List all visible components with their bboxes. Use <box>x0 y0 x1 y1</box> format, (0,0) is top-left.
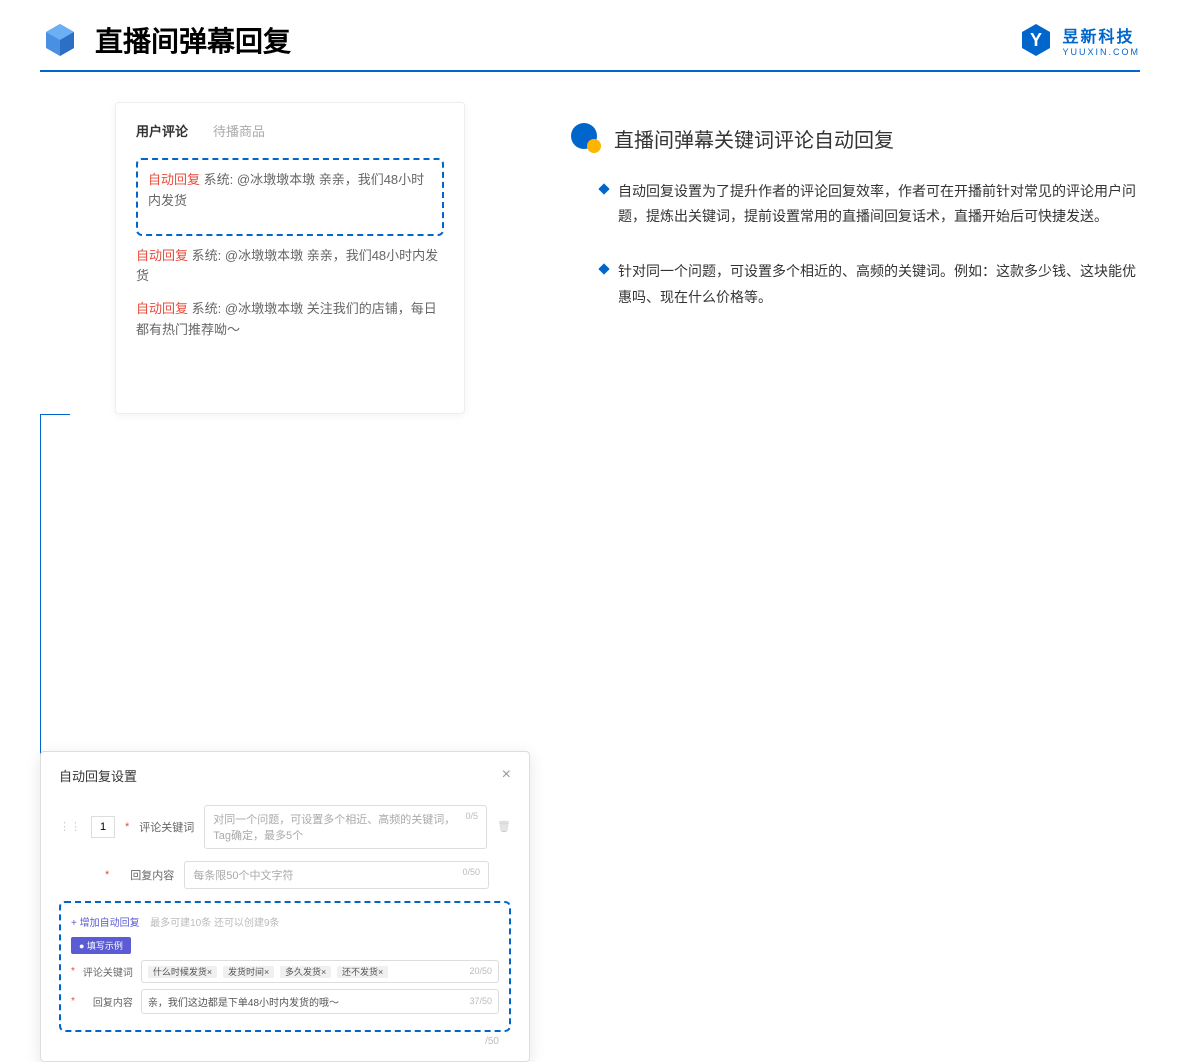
tag[interactable]: 还不发货× <box>337 966 388 978</box>
content-label: 回复内容 <box>119 867 174 883</box>
diamond-icon <box>598 264 609 275</box>
example-content-row: * 回复内容 亲，我们这边都是下单48小时内发货的哦～ 37/50 <box>71 989 499 1014</box>
logo: Y 昱新科技 YUUXIN.COM <box>1018 22 1140 58</box>
content-input[interactable]: 每条限50个中文字符 0/50 <box>184 861 489 889</box>
ex-keyword-label: 评论关键词 <box>83 964 133 979</box>
cube-icon <box>40 20 80 60</box>
keyword-input[interactable]: 对同一个问题，可设置多个相近、高频的关键词，Tag确定，最多5个 0/5 <box>204 805 487 849</box>
content-counter: 0/50 <box>462 867 480 883</box>
bullet-item: 针对同一个问题，可设置多个相近的、高频的关键词。例如：这款多少钱、这块能优惠吗、… <box>600 259 1140 309</box>
header: 直播间弹幕回复 Y 昱新科技 YUUXIN.COM <box>0 0 1180 70</box>
tag[interactable]: 多久发货× <box>280 966 331 978</box>
auto-reply-tag: 自动回复 <box>136 301 188 316</box>
bullet-text: 自动回复设置为了提升作者的评论回复效率，作者可在开播前针对常见的评论用户问题，提… <box>618 179 1140 229</box>
right-column: 直播间弹幕关键词评论自动回复 自动回复设置为了提升作者的评论回复效率，作者可在开… <box>570 102 1140 1062</box>
logo-text-cn: 昱新科技 <box>1062 23 1140 47</box>
close-icon[interactable]: × <box>502 766 511 784</box>
header-left: 直播间弹幕回复 <box>40 20 291 60</box>
tag[interactable]: 什么时候发货× <box>148 966 217 978</box>
bullet-text: 针对同一个问题，可设置多个相近的、高频的关键词。例如：这款多少钱、这块能优惠吗、… <box>618 259 1140 309</box>
example-box: + 增加自动回复 最多可建10条 还可以创建9条 ● 填写示例 * 评论关键词 … <box>59 901 511 1032</box>
keyword-row: ⋮⋮ 1 * 评论关键词 对同一个问题，可设置多个相近、高频的关键词，Tag确定… <box>59 805 511 849</box>
logo-text-en: YUUXIN.COM <box>1062 47 1140 57</box>
ex-kw-counter: 20/50 <box>469 966 492 976</box>
required-star: * <box>125 821 129 833</box>
auto-reply-tag: 自动回复 <box>148 172 200 187</box>
chat-bubble-icon <box>570 122 602 154</box>
keyword-counter: 0/5 <box>466 811 479 843</box>
system-label: 系统: <box>204 172 234 187</box>
ex-content-counter: 37/50 <box>469 996 492 1006</box>
bullet-list: 自动回复设置为了提升作者的评论回复效率，作者可在开播前针对常见的评论用户问题，提… <box>570 179 1140 310</box>
page-title: 直播间弹幕回复 <box>95 20 291 60</box>
comments-card: 用户评论 待播商品 自动回复 系统: @冰墩墩本墩 亲亲，我们48小时内发货 自… <box>115 102 465 414</box>
header-divider <box>40 70 1140 72</box>
tab-comments[interactable]: 用户评论 <box>136 121 188 140</box>
ex-keyword-input[interactable]: 什么时候发货× 发货时间× 多久发货× 还不发货× 20/50 <box>141 960 499 983</box>
system-label: 系统: <box>192 248 222 263</box>
index-box: 1 <box>91 816 115 838</box>
comment-row: 自动回复 系统: @冰墩墩本墩 关注我们的店铺，每日都有热门推荐呦～ <box>136 299 444 341</box>
connector-line <box>40 414 70 415</box>
example-keyword-row: * 评论关键词 什么时候发货× 发货时间× 多久发货× 还不发货× 20/50 <box>71 960 499 983</box>
connector-line <box>40 415 41 795</box>
svg-text:Y: Y <box>1030 30 1042 50</box>
example-badge: ● 填写示例 <box>71 937 131 954</box>
left-column: 用户评论 待播商品 自动回复 系统: @冰墩墩本墩 亲亲，我们48小时内发货 自… <box>40 102 520 1062</box>
system-label: 系统: <box>192 301 222 316</box>
auto-reply-tag: 自动回复 <box>136 248 188 263</box>
ex-content-input[interactable]: 亲，我们这边都是下单48小时内发货的哦～ 37/50 <box>141 989 499 1014</box>
diamond-icon <box>598 183 609 194</box>
tag[interactable]: 发货时间× <box>223 966 274 978</box>
add-reply-link[interactable]: + 增加自动回复 <box>71 918 140 929</box>
keyword-label: 评论关键词 <box>139 819 194 835</box>
trash-icon[interactable]: 🗑 <box>497 820 511 833</box>
outside-counter: /50 <box>59 1036 511 1047</box>
required-star: * <box>105 869 109 881</box>
settings-title: 自动回复设置 <box>59 766 137 785</box>
bullet-item: 自动回复设置为了提升作者的评论回复效率，作者可在开播前针对常见的评论用户问题，提… <box>600 179 1140 229</box>
drag-icon[interactable]: ⋮⋮ <box>59 820 81 833</box>
add-hint: 最多可建10条 还可以创建9条 <box>150 918 279 929</box>
content-row: * 回复内容 每条限50个中文字符 0/50 <box>59 861 511 889</box>
highlighted-comment: 自动回复 系统: @冰墩墩本墩 亲亲，我们48小时内发货 <box>136 158 444 236</box>
comment-row: 自动回复 系统: @冰墩墩本墩 亲亲，我们48小时内发货 <box>136 246 444 288</box>
settings-card: 自动回复设置 × ⋮⋮ 1 * 评论关键词 对同一个问题，可设置多个相近、高频的… <box>40 751 530 1062</box>
section-heading: 直播间弹幕关键词评论自动回复 <box>614 124 894 153</box>
tabs: 用户评论 待播商品 <box>136 121 444 140</box>
logo-icon: Y <box>1018 22 1054 58</box>
section-title: 直播间弹幕关键词评论自动回复 <box>570 122 1140 154</box>
tab-products[interactable]: 待播商品 <box>213 121 265 140</box>
ex-content-label: 回复内容 <box>83 994 133 1009</box>
